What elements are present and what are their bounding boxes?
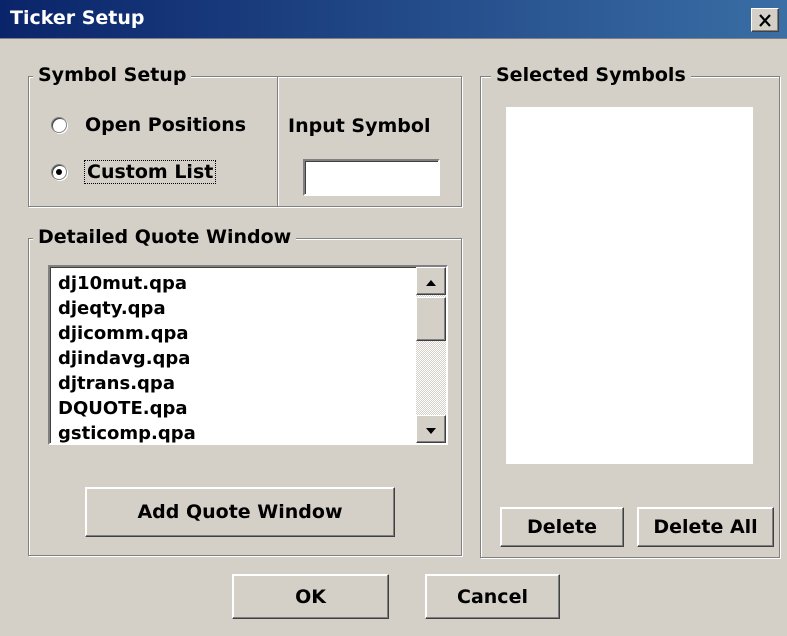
- add-quote-window-button[interactable]: Add Quote Window: [85, 487, 395, 537]
- symbol-setup-divider: [277, 77, 278, 206]
- cancel-button[interactable]: Cancel: [425, 574, 560, 619]
- scroll-up-button[interactable]: [416, 267, 446, 295]
- window-title: Ticker Setup: [10, 7, 145, 29]
- quote-list-items: dj10mut.qpa djeqty.qpa djicomm.qpa djind…: [58, 271, 196, 443]
- radio-custom-list[interactable]: Custom List: [51, 160, 217, 184]
- close-icon: [758, 13, 772, 27]
- open-positions-label: Open Positions: [85, 114, 247, 136]
- delete-button[interactable]: Delete: [500, 507, 624, 547]
- input-symbol-label: Input Symbol: [288, 115, 431, 137]
- detailed-quote-label: Detailed Quote Window: [33, 226, 297, 248]
- scroll-down-button[interactable]: [416, 415, 446, 443]
- quote-list-scrollbar[interactable]: [416, 267, 446, 443]
- scroll-thumb[interactable]: [416, 297, 446, 341]
- selected-symbols-list[interactable]: [506, 107, 753, 464]
- list-item[interactable]: djicomm.qpa: [58, 321, 196, 346]
- list-item[interactable]: dj10mut.qpa: [58, 271, 196, 296]
- title-bar[interactable]: Ticker Setup: [0, 0, 787, 39]
- list-item[interactable]: djtrans.qpa: [58, 371, 196, 396]
- quote-window-list[interactable]: dj10mut.qpa djeqty.qpa djicomm.qpa djind…: [48, 265, 448, 445]
- list-item[interactable]: djeqty.qpa: [58, 296, 196, 321]
- custom-list-label: Custom List: [83, 160, 217, 184]
- delete-all-button[interactable]: Delete All: [637, 507, 774, 547]
- ok-button[interactable]: OK: [232, 574, 389, 619]
- list-item[interactable]: DQUOTE.qpa: [58, 396, 196, 421]
- arrow-down-icon: [425, 418, 437, 440]
- radio-open-positions[interactable]: Open Positions: [51, 114, 246, 136]
- detailed-quote-group: Detailed Quote Window dj10mut.qpa djeqty…: [28, 226, 462, 556]
- list-item[interactable]: djindavg.qpa: [58, 346, 196, 371]
- symbol-setup-label: Symbol Setup: [33, 64, 192, 86]
- list-item[interactable]: gsticomp.qpa: [58, 421, 196, 443]
- selected-symbols-group: Selected Symbols Delete Delete All: [480, 64, 780, 558]
- radio-selected-icon[interactable]: [51, 164, 67, 180]
- radio-unselected-icon[interactable]: [51, 117, 67, 133]
- symbol-setup-group: Symbol Setup Open Positions Custom List …: [28, 64, 462, 207]
- arrow-up-icon: [425, 270, 437, 292]
- close-button[interactable]: [751, 8, 779, 32]
- selected-symbols-label: Selected Symbols: [491, 64, 691, 86]
- input-symbol-field[interactable]: [303, 159, 440, 196]
